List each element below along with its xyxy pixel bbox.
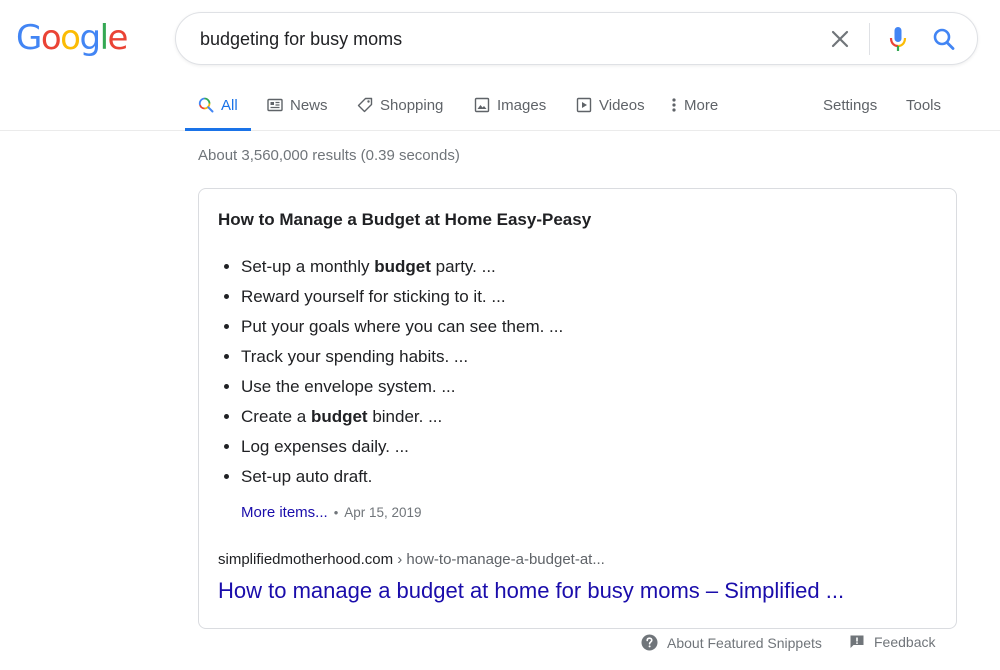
about-featured-snippets-label: About Featured Snippets bbox=[667, 634, 822, 651]
microphone-icon[interactable] bbox=[886, 25, 910, 53]
list-item: Log expenses daily. ... bbox=[241, 432, 563, 462]
separator-dot: • bbox=[333, 505, 339, 520]
cite-domain: simplifiedmotherhood.com bbox=[218, 551, 394, 568]
featured-snippet: How to Manage a Budget at Home Easy-Peas… bbox=[198, 188, 957, 629]
tab-shopping-label: Shopping bbox=[380, 96, 444, 114]
tab-images-label: Images bbox=[497, 96, 547, 114]
item-text: Log expenses daily. ... bbox=[241, 437, 409, 456]
list-item: Set-up auto draft. bbox=[241, 462, 563, 492]
logo-letter-5: l bbox=[99, 18, 109, 58]
item-text: Set-up auto draft. bbox=[241, 467, 373, 486]
search-input[interactable]: budgeting for busy moms bbox=[200, 27, 402, 51]
more-items-row: More items... • Apr 15, 2019 bbox=[241, 503, 422, 523]
help-icon bbox=[641, 634, 658, 651]
result-stats: About 3,560,000 results (0.39 seconds) bbox=[198, 147, 460, 164]
search-icon[interactable] bbox=[931, 25, 957, 53]
tab-images[interactable]: Images bbox=[474, 80, 546, 130]
tab-more-label: More bbox=[684, 96, 719, 114]
item-text: Create a bbox=[241, 407, 311, 426]
settings-link[interactable]: Settings bbox=[823, 80, 877, 130]
tools-link[interactable]: Tools bbox=[906, 80, 941, 130]
item-text-after: binder. ... bbox=[367, 407, 443, 426]
about-featured-snippets-link[interactable]: About Featured Snippets bbox=[641, 634, 822, 651]
list-item: Reward yourself for sticking to it. ... bbox=[241, 282, 563, 312]
tab-news-label: News bbox=[290, 96, 328, 114]
feedback-label: Feedback bbox=[874, 634, 936, 650]
logo-letter-4: g bbox=[79, 18, 101, 58]
tab-all[interactable]: All bbox=[185, 80, 251, 131]
google-logo[interactable]: Google bbox=[16, 18, 129, 58]
item-text: Track your spending habits. ... bbox=[241, 347, 469, 366]
search-box[interactable]: budgeting for busy moms bbox=[175, 12, 978, 65]
snippet-list: Set-up a monthly budget party. ... Rewar… bbox=[241, 252, 563, 492]
tag-icon bbox=[357, 97, 373, 113]
item-bold: budget bbox=[374, 257, 431, 276]
snippet-footer: About Featured Snippets Feedback bbox=[0, 632, 1000, 656]
item-text: Reward yourself for sticking to it. ... bbox=[241, 287, 506, 306]
logo-letter-2: o bbox=[40, 18, 62, 58]
item-text: Use the envelope system. ... bbox=[241, 377, 456, 396]
snippet-date: Apr 15, 2019 bbox=[344, 505, 422, 520]
list-item: Track your spending habits. ... bbox=[241, 342, 563, 372]
list-item: Put your goals where you can see them. .… bbox=[241, 312, 563, 342]
search-divider bbox=[869, 23, 870, 55]
item-bold: budget bbox=[310, 407, 368, 426]
list-item: Set-up a monthly budget party. ... bbox=[241, 252, 563, 282]
more-vertical-icon bbox=[669, 97, 679, 113]
news-icon bbox=[267, 97, 283, 113]
item-text: Set-up a monthly bbox=[241, 257, 375, 276]
tab-videos[interactable]: Videos bbox=[576, 80, 645, 130]
video-icon bbox=[576, 97, 592, 113]
tab-all-label: All bbox=[221, 96, 238, 114]
tab-shopping[interactable]: Shopping bbox=[357, 80, 443, 130]
feedback-icon bbox=[850, 635, 864, 648]
logo-letter-6: e bbox=[107, 18, 129, 58]
cite-path: › how-to-manage-a-budget-at... bbox=[393, 551, 605, 568]
list-item: Use the envelope system. ... bbox=[241, 372, 563, 402]
item-text: Put your goals where you can see them. .… bbox=[241, 317, 564, 336]
result-cite: simplifiedmotherhood.com › how-to-manage… bbox=[218, 550, 605, 570]
list-item: Create a budget binder. ... bbox=[241, 402, 563, 432]
close-icon[interactable] bbox=[828, 27, 852, 51]
tab-news[interactable]: News bbox=[267, 80, 328, 130]
logo-letter-3: o bbox=[60, 18, 81, 58]
tab-more[interactable]: More bbox=[669, 80, 718, 130]
tab-videos-label: Videos bbox=[599, 96, 645, 114]
logo-letter-1: G bbox=[16, 18, 42, 58]
snippet-heading: How to Manage a Budget at Home Easy-Peas… bbox=[218, 210, 592, 229]
image-icon bbox=[474, 97, 490, 113]
search-icon bbox=[198, 97, 214, 113]
result-title-link[interactable]: How to manage a budget at home for busy … bbox=[218, 577, 844, 605]
feedback-link[interactable]: Feedback bbox=[849, 634, 935, 650]
search-tabs: All News Shopping Images Videos More Set… bbox=[0, 80, 1000, 131]
item-text-after: party. ... bbox=[430, 257, 496, 276]
more-items-link[interactable]: More items... bbox=[241, 503, 328, 523]
